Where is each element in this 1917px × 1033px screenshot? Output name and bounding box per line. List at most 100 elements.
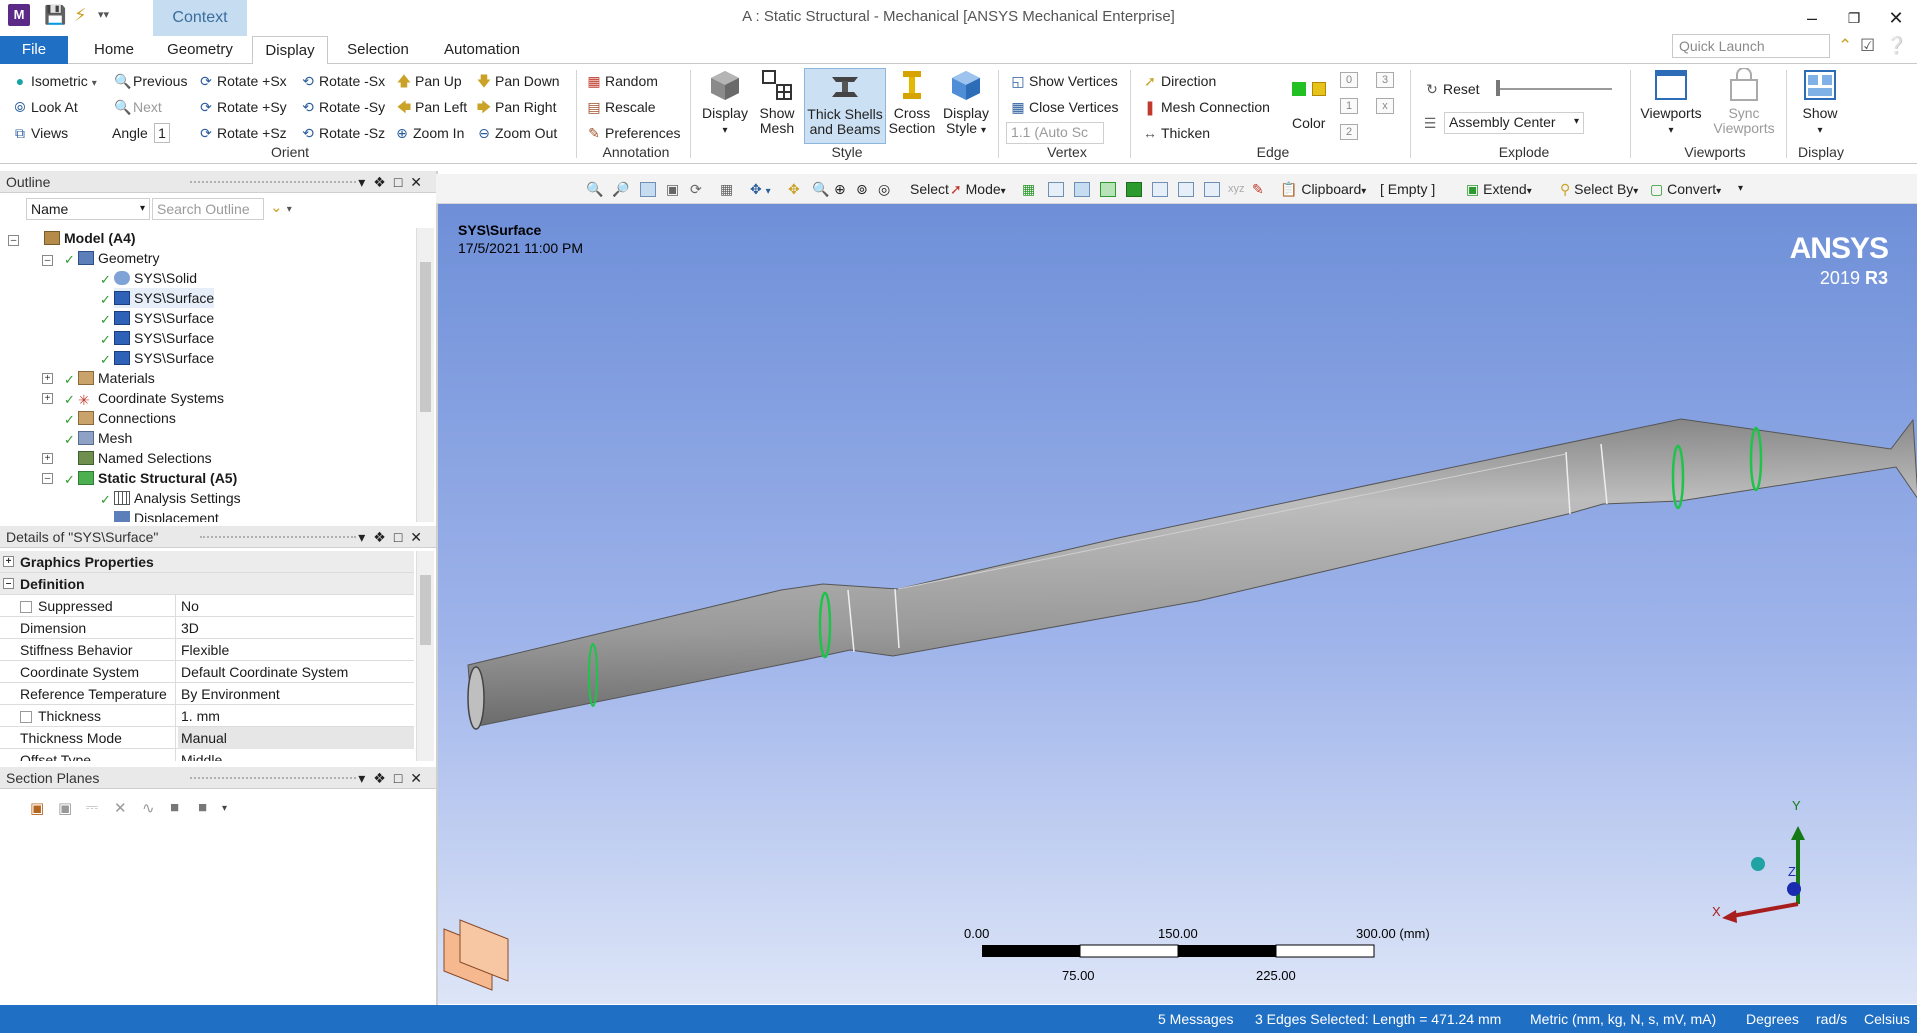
tree-item-geometry[interactable]: Geometry [78, 248, 159, 268]
zoom-fit-icon[interactable]: 🔍 [586, 180, 603, 198]
rate-units-status[interactable]: rad/s [1816, 1005, 1847, 1033]
cross-section-button[interactable]: Cross Section [886, 68, 938, 136]
expand-icon[interactable]: + [42, 373, 53, 384]
select-by-dropdown[interactable]: ⚲ Select By▾ [1560, 180, 1638, 201]
magnifier-icon[interactable]: ◎ [878, 180, 890, 198]
tab-display[interactable]: Display [252, 36, 328, 65]
panel-buttons[interactable]: ▾❖□✕ [358, 526, 430, 548]
rotate-nx-button[interactable]: ⟲ Rotate -Sx [300, 72, 385, 90]
thick-shells-beams-button[interactable]: Thick Shells and Beams [804, 68, 886, 144]
collapse-icon[interactable]: – [8, 235, 19, 246]
pan-left-button[interactable]: 🡄 Pan Left [396, 98, 467, 116]
details-row[interactable]: Suppressed No [0, 595, 414, 617]
feedback-icon[interactable]: ☑ [1860, 36, 1875, 56]
sync-viewports-button[interactable]: Sync Viewports [1708, 68, 1780, 136]
random-button[interactable]: ▦ Random [586, 72, 658, 90]
details-row[interactable]: Stiffness Behavior Flexible [0, 639, 414, 661]
isometric-button[interactable]: ● Isometric ▾ [12, 72, 97, 93]
mode-dropdown[interactable]: ➚ Mode▾ [950, 180, 1006, 201]
tree-item-materials[interactable]: Materials [78, 368, 155, 388]
rotate-py-button[interactable]: ⟳ Rotate +Sy [198, 98, 287, 116]
vertex-scale-dropdown[interactable]: 1.1 (Auto Sc [1006, 122, 1104, 144]
tree-item-sys-solid[interactable]: SYS\Solid [114, 268, 197, 288]
next-view-button[interactable]: 🔍 Next [114, 98, 162, 116]
select-body-icon[interactable] [1126, 182, 1142, 197]
pan-down-button[interactable]: 🡇 Pan Down [476, 72, 560, 90]
scrollbar-thumb[interactable] [420, 575, 431, 645]
rotate-pz-button[interactable]: ⟳ Rotate +Sz [198, 124, 287, 142]
pan-right-button[interactable]: 🡆 Pan Right [476, 98, 557, 116]
collapse-icon[interactable]: – [42, 473, 53, 484]
scrollbar-thumb[interactable] [420, 262, 431, 412]
select-element-icon[interactable] [1204, 182, 1220, 197]
parameter-checkbox[interactable] [20, 601, 32, 613]
expand-icon[interactable]: + [3, 556, 14, 567]
edge-option-x-icon[interactable]: x [1376, 98, 1394, 114]
previous-view-button[interactable]: 🔍 Previous [114, 72, 187, 90]
explode-slider-handle[interactable] [1496, 80, 1500, 96]
display-button[interactable]: Display ▾ [698, 68, 752, 138]
zoom-out-button[interactable]: ⊖ Zoom Out [476, 124, 557, 142]
select-face-icon[interactable] [1100, 182, 1116, 197]
display-style-button[interactable]: Display Style ▾ [938, 68, 994, 138]
edit-section-plane-icon[interactable]: ▣ [58, 799, 72, 817]
edge-option-1-icon[interactable]: 1 [1340, 98, 1358, 114]
tab-geometry[interactable]: Geometry [160, 36, 240, 64]
section-cap-icon[interactable]: ■ [170, 799, 179, 816]
tree-item-sys-surface-3[interactable]: SYS\Surface [114, 328, 214, 348]
views-button[interactable]: ⧉ Views [12, 124, 68, 142]
tab-file[interactable]: File [0, 36, 68, 64]
box-zoom-icon[interactable] [640, 182, 656, 197]
angle-input[interactable]: 1 [154, 123, 170, 143]
convert-dropdown[interactable]: ▢ Convert▾ [1650, 180, 1721, 201]
tree-item-analysis-settings[interactable]: Analysis Settings [114, 488, 241, 508]
section-fill-icon[interactable]: ■ [198, 799, 207, 816]
mesh-connection-button[interactable]: ❚ Mesh Connection [1142, 98, 1270, 116]
close-vertices-button[interactable]: ▦ Close Vertices [1010, 98, 1118, 116]
annotation-icon[interactable]: ✎ [1252, 180, 1264, 198]
section-plane-preview-icon[interactable] [443, 919, 509, 991]
select-element-face-icon[interactable] [1178, 182, 1194, 197]
new-section-plane-icon[interactable]: ▣ [30, 799, 44, 817]
quick-launch-input[interactable]: Quick Launch [1672, 34, 1830, 58]
viewports-button[interactable]: Viewports ▾ [1636, 68, 1706, 138]
collapse-icon[interactable]: – [42, 255, 53, 266]
tab-automation[interactable]: Automation [436, 36, 528, 64]
section-graphics-properties[interactable]: + Graphics Properties [0, 551, 414, 573]
tab-selection[interactable]: Selection [340, 36, 416, 64]
edge-color-yellow-icon[interactable] [1312, 82, 1326, 96]
pan-up-button[interactable]: 🡅 Pan Up [396, 72, 462, 90]
show-display-button[interactable]: Show ▾ [1796, 68, 1844, 138]
section-definition[interactable]: – Definition [0, 573, 414, 595]
details-row[interactable]: Offset Type Middle [0, 749, 414, 761]
show-mesh-button[interactable]: Show Mesh [752, 68, 802, 136]
cap-icon[interactable]: ⎓ [86, 799, 98, 816]
parameter-checkbox[interactable] [20, 711, 32, 723]
pick-filter-icon[interactable]: ▦ [720, 180, 733, 198]
shaded-view-icon[interactable]: ▣ [666, 180, 679, 198]
zoom-to-fit-icon[interactable]: ⊚ [856, 180, 868, 198]
units-status[interactable]: Metric (mm, kg, N, s, mV, mA) [1530, 1005, 1716, 1033]
details-scrollbar[interactable] [416, 551, 434, 761]
angle-units-status[interactable]: Degrees [1746, 1005, 1799, 1033]
zoom-in-button[interactable]: ⊕ Zoom In [394, 124, 464, 142]
color-button[interactable]: Color [1292, 114, 1325, 132]
filter-options-icon[interactable]: ⌄ ▾ [270, 198, 292, 216]
explode-slider[interactable] [1496, 88, 1612, 90]
panel-buttons[interactable]: ▾❖□✕ [358, 171, 430, 193]
collapse-icon[interactable]: – [3, 578, 14, 589]
assembly-center-dropdown[interactable]: Assembly Center ▾ [1444, 112, 1584, 134]
rotate-nz-button[interactable]: ⟲ Rotate -Sz [300, 124, 385, 142]
close-icon[interactable]: ✕ [1876, 4, 1916, 32]
collapse-ribbon-icon[interactable]: ⌃ [1838, 36, 1852, 56]
select-edge-icon[interactable] [1074, 182, 1090, 197]
rotate-view-icon[interactable]: ⟳ [690, 180, 702, 198]
clipboard-dropdown[interactable]: 📋 Clipboard▾ [1280, 180, 1366, 201]
xyz-icon[interactable]: xyz [1228, 180, 1245, 198]
outline-filter-dropdown[interactable]: Name ▾ [26, 198, 150, 220]
edge-option-2-icon[interactable]: 2 [1340, 124, 1358, 140]
zoom-box-icon[interactable]: 🔎 [612, 180, 629, 198]
expand-icon[interactable]: + [42, 453, 53, 464]
rotate-mode-icon[interactable]: ✥ ▾ [750, 180, 771, 201]
graphics-viewport[interactable]: SYS\Surface 17/5/2021 11:00 PM ANSYS 201… [438, 204, 1917, 1004]
